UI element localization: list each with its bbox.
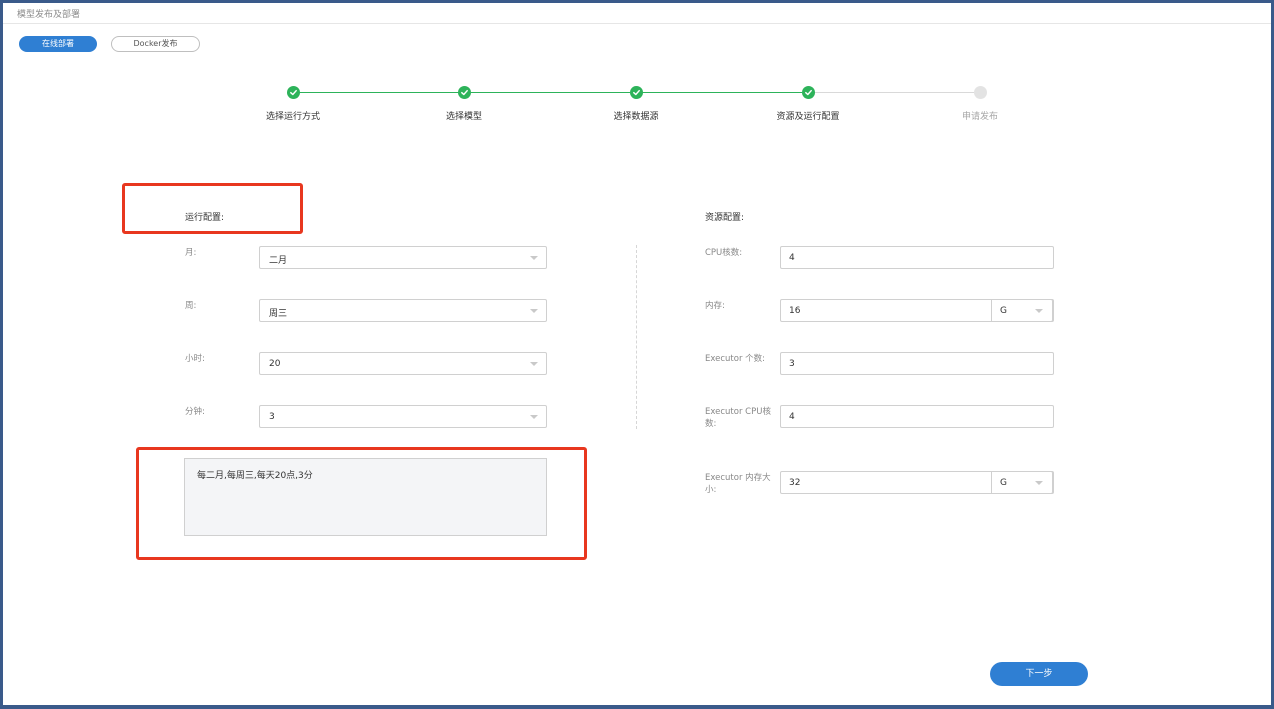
breadcrumb: 模型发布及部署 bbox=[17, 10, 81, 20]
chevron-down-icon bbox=[530, 415, 538, 419]
memory-input[interactable]: 16 G bbox=[780, 299, 1054, 322]
step-label: 申请发布 bbox=[961, 112, 998, 122]
memory-value: 16 bbox=[789, 306, 801, 316]
chevron-down-icon bbox=[1035, 481, 1043, 485]
check-icon bbox=[802, 86, 815, 99]
executor-memory-unit-select[interactable]: G bbox=[991, 471, 1053, 494]
step-label: 选择运行方式 bbox=[265, 112, 320, 122]
hour-label: 小时: bbox=[185, 354, 205, 364]
executor-count-label: Executor 个数: bbox=[705, 354, 766, 364]
month-label: 月: bbox=[185, 248, 197, 258]
check-icon bbox=[458, 86, 471, 99]
docker-publish-button[interactable]: Docker发布 bbox=[111, 36, 200, 52]
schedule-summary-text: 每二月,每周三,每天20点,3分 bbox=[197, 471, 313, 481]
check-icon bbox=[287, 86, 300, 99]
step-label: 选择模型 bbox=[445, 112, 482, 122]
executor-cpu-value: 4 bbox=[789, 412, 795, 422]
chevron-down-icon bbox=[530, 256, 538, 260]
chevron-down-icon bbox=[1035, 309, 1043, 313]
annotation-highlight bbox=[122, 183, 303, 234]
column-divider bbox=[636, 245, 637, 429]
next-step-button[interactable]: 下一步 bbox=[990, 662, 1088, 686]
cpu-input[interactable]: 4 bbox=[780, 246, 1054, 269]
step-connector bbox=[471, 92, 630, 93]
executor-cpu-label: Executor CPU核 数: bbox=[705, 406, 771, 430]
memory-unit-select[interactable]: G bbox=[991, 299, 1053, 322]
executor-memory-label-line2: 小: bbox=[705, 485, 717, 495]
minute-label: 分钟: bbox=[185, 407, 205, 417]
week-value: 周三 bbox=[269, 309, 288, 319]
minute-select[interactable]: 3 bbox=[259, 405, 547, 428]
memory-label: 内存: bbox=[705, 301, 725, 311]
chevron-down-icon bbox=[530, 362, 538, 366]
executor-memory-input[interactable]: 32 G bbox=[780, 471, 1054, 494]
top-bar: 模型发布及部署 bbox=[3, 3, 1271, 24]
executor-cpu-label-line2: 数: bbox=[705, 419, 717, 429]
executor-count-input[interactable]: 3 bbox=[780, 352, 1054, 375]
executor-memory-label: Executor 内存大 小: bbox=[705, 472, 771, 496]
week-label: 周: bbox=[185, 301, 197, 311]
step-label: 选择数据源 bbox=[613, 112, 659, 122]
executor-cpu-label-line1: Executor CPU核 bbox=[705, 407, 771, 417]
online-deploy-button[interactable]: 在线部署 bbox=[19, 36, 97, 52]
month-value: 二月 bbox=[269, 256, 288, 266]
memory-unit-value: G bbox=[1000, 306, 1007, 316]
executor-memory-value: 32 bbox=[789, 478, 801, 488]
pending-step-icon bbox=[974, 86, 987, 99]
minute-value: 3 bbox=[269, 412, 275, 422]
step-connector bbox=[642, 92, 802, 93]
schedule-summary: 每二月,每周三,每天20点,3分 bbox=[184, 458, 547, 536]
step-label: 资源及运行配置 bbox=[776, 112, 840, 122]
executor-memory-label-line1: Executor 内存大 bbox=[705, 473, 771, 483]
executor-cpu-input[interactable]: 4 bbox=[780, 405, 1054, 428]
check-icon bbox=[630, 86, 643, 99]
month-select[interactable]: 二月 bbox=[259, 246, 547, 269]
hour-value: 20 bbox=[269, 359, 281, 369]
run-config-title: 运行配置: bbox=[185, 213, 225, 223]
hour-select[interactable]: 20 bbox=[259, 352, 547, 375]
executor-memory-unit-value: G bbox=[1000, 478, 1007, 488]
cpu-value: 4 bbox=[789, 253, 795, 263]
executor-count-value: 3 bbox=[789, 359, 795, 369]
step-connector bbox=[814, 92, 974, 93]
cpu-label: CPU核数: bbox=[705, 248, 743, 258]
resource-config-title: 资源配置: bbox=[705, 213, 745, 223]
week-select[interactable]: 周三 bbox=[259, 299, 547, 322]
step-connector bbox=[299, 92, 459, 93]
chevron-down-icon bbox=[530, 309, 538, 313]
